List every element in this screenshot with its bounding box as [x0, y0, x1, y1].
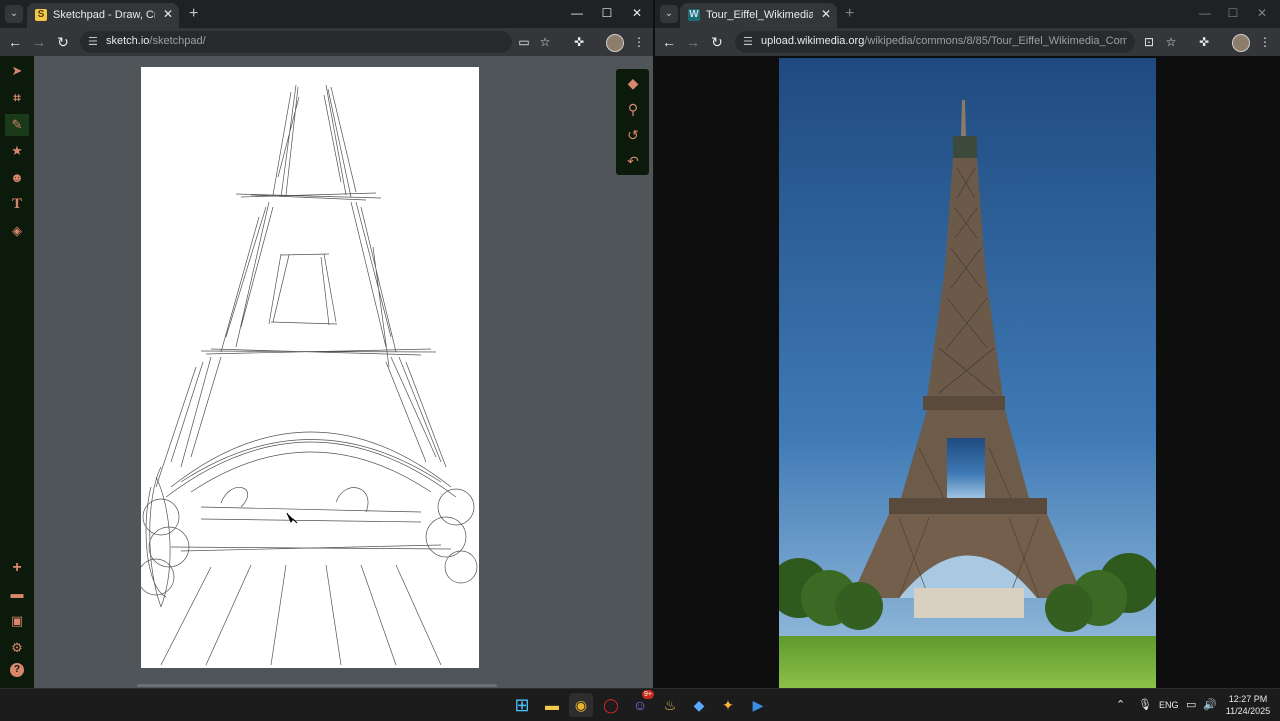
layers-icon[interactable]: ◆ [621, 72, 645, 94]
add-icon[interactable]: + [5, 557, 29, 579]
url-path: /wikipedia/commons/8/85/Tour_Eiffel_Wiki… [864, 35, 1127, 47]
forward-button[interactable]: → [685, 34, 701, 50]
tab-strip: ⌄ W Tour_Eiffel_Wikimedia_Commons ✕ + — … [655, 0, 1280, 28]
clock-date: 11/24/2025 [1225, 706, 1271, 716]
clock[interactable]: 12:27 PM 11/24/2025 [1222, 693, 1274, 717]
minimize-button[interactable]: — [1190, 6, 1220, 20]
tray-chevron-icon[interactable]: ⌃ [1116, 698, 1125, 711]
back-button[interactable]: ← [661, 34, 677, 50]
back-button[interactable]: ← [7, 34, 23, 50]
file-explorer-icon[interactable]: ▬ [540, 693, 564, 717]
tab-search-button[interactable]: ⌄ [660, 5, 678, 23]
menu-icon[interactable]: ⋮ [1257, 35, 1273, 49]
close-icon[interactable]: ✕ [821, 7, 831, 21]
tab-strip: ⌄ S Sketchpad - Draw, Create, Share! ✕ +… [0, 0, 653, 28]
zoom-icon[interactable]: ⚲ [621, 98, 645, 120]
app-icon-3[interactable]: ✦ [716, 693, 740, 717]
cast-icon[interactable]: ▭ [516, 35, 532, 49]
site-info-icon[interactable]: ☰ [743, 35, 753, 48]
text-tool-icon[interactable]: T [5, 193, 29, 215]
profile-avatar[interactable] [1232, 34, 1250, 52]
history-icon[interactable]: ↺ [621, 124, 645, 146]
wikimedia-favicon-icon: W [688, 9, 700, 21]
menu-icon[interactable]: ⋮ [631, 35, 647, 49]
url-host: upload.wikimedia.org [761, 35, 865, 47]
volume-icon[interactable]: 🔊 [1203, 698, 1217, 711]
sketchpad-favicon-icon: S [35, 9, 47, 21]
chrome-icon[interactable]: ◉ [569, 693, 593, 717]
browser-toolbar: ← → ↻ ☰ upload.wikimedia.org/wikipedia/c… [655, 28, 1280, 56]
canvas-tools-panel: ◆ ⚲ ↺ ↶ [616, 69, 649, 175]
reload-button[interactable]: ↻ [55, 34, 71, 50]
undo-icon[interactable]: ↶ [621, 150, 645, 172]
app-icon-1[interactable]: ♨ [658, 693, 682, 717]
stamp-tool-icon[interactable]: ★ [5, 140, 29, 162]
new-tab-button[interactable]: + [189, 5, 198, 23]
url-host: sketch.io [106, 35, 150, 47]
close-icon[interactable]: ✕ [163, 7, 173, 21]
emoji-tool-icon[interactable]: ☻ [5, 167, 29, 189]
save-icon[interactable]: ▣ [5, 610, 29, 632]
new-tab-button[interactable]: + [845, 5, 854, 23]
app-icon-2[interactable]: ◆ [687, 693, 711, 717]
horizontal-scrollbar[interactable] [137, 684, 497, 687]
help-icon[interactable]: ? [10, 663, 24, 677]
app-icon-4[interactable]: ▶ [746, 693, 770, 717]
windows-taskbar: ⊞ ▬ ◉ ◯ ☺ 9+ ♨ ◆ ✦ ▶ ⌃ 🎙 ENG ▭ 🔊 12:27 P… [0, 688, 1280, 721]
notification-badge: 9+ [642, 690, 654, 699]
eiffel-sketch-drawing [137, 84, 478, 666]
folder-icon[interactable]: ▬ [5, 583, 29, 605]
wikimedia-window: ⌄ W Tour_Eiffel_Wikimedia_Commons ✕ + — … [655, 0, 1280, 688]
window-close-button[interactable]: ✕ [1247, 6, 1277, 20]
language-indicator[interactable]: ENG [1159, 700, 1179, 710]
network-icon[interactable]: ▭ [1186, 698, 1196, 711]
tab-sketchpad[interactable]: S Sketchpad - Draw, Create, Share! ✕ [27, 3, 179, 28]
drawing-canvas[interactable] [137, 67, 479, 668]
maximize-button[interactable]: ☐ [592, 6, 622, 20]
tab-eiffel-image[interactable]: W Tour_Eiffel_Wikimedia_Commons ✕ [680, 3, 837, 28]
tab-search-button[interactable]: ⌄ [5, 5, 23, 23]
forward-button[interactable]: → [31, 34, 47, 50]
eiffel-tower-photo[interactable] [779, 58, 1156, 688]
browser-toolbar: ← → ↻ ☰ sketch.io/sketchpad/ ▭ ☆ ✜ ⋮ [0, 28, 653, 56]
minimize-button[interactable]: — [562, 6, 592, 20]
bookmark-star-icon[interactable]: ☆ [537, 35, 553, 49]
sketchpad-workspace: ➤ ⌗ ✎ ★ ☻ T ◈ + ▬ ▣ ⚙ ? ◆ ⚲ ↺ ↶ [0, 56, 653, 688]
url-path: /sketchpad/ [149, 35, 206, 47]
maximize-button[interactable]: ☐ [1218, 6, 1248, 20]
settings-icon[interactable]: ⚙ [5, 637, 29, 659]
profile-avatar[interactable] [606, 34, 624, 52]
extensions-icon[interactable]: ✜ [571, 35, 587, 49]
brush-tool-icon[interactable]: ✎ [5, 114, 29, 136]
image-viewer [655, 56, 1280, 688]
extensions-icon[interactable]: ✜ [1196, 35, 1212, 49]
opera-icon[interactable]: ◯ [599, 693, 623, 717]
address-bar[interactable]: ☰ sketch.io/sketchpad/ [80, 31, 512, 53]
tab-title: Sketchpad - Draw, Create, Share! [53, 9, 155, 21]
window-close-button[interactable]: ✕ [622, 6, 652, 20]
tab-title: Tour_Eiffel_Wikimedia_Commons [706, 9, 813, 21]
bookmark-star-icon[interactable]: ☆ [1163, 35, 1179, 49]
address-bar[interactable]: ☰ upload.wikimedia.org/wikipedia/commons… [735, 31, 1135, 53]
translate-icon[interactable]: ⊡ [1141, 35, 1157, 49]
windows-start-icon[interactable]: ⊞ [510, 693, 534, 717]
tools-sidebar: ➤ ⌗ ✎ ★ ☻ T ◈ + ▬ ▣ ⚙ ? [0, 56, 34, 688]
select-tool-icon[interactable]: ➤ [5, 60, 29, 82]
crop-tool-icon[interactable]: ⌗ [5, 87, 29, 109]
reload-button[interactable]: ↻ [709, 34, 725, 50]
clock-time: 12:27 PM [1228, 694, 1268, 704]
site-info-icon[interactable]: ☰ [88, 35, 98, 48]
fill-tool-icon[interactable]: ◈ [5, 220, 29, 242]
sketchpad-window: ⌄ S Sketchpad - Draw, Create, Share! ✕ +… [0, 0, 653, 688]
microphone-icon[interactable]: 🎙 [1138, 698, 1152, 711]
